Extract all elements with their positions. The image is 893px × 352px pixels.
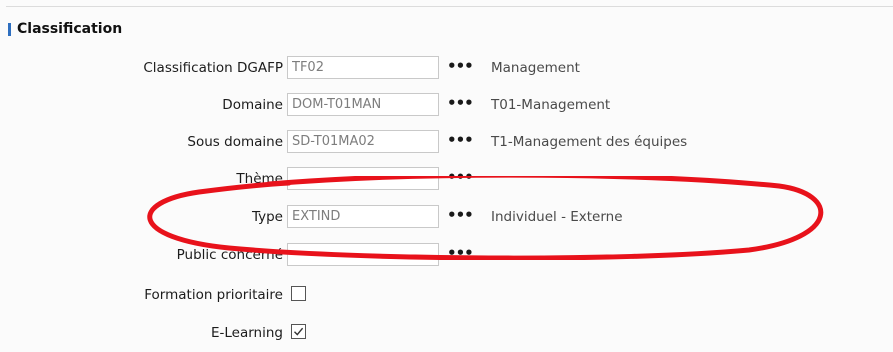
row-theme: Thème •••	[0, 165, 893, 195]
public-concerne-label: Public concerné	[176, 247, 283, 263]
theme-input[interactable]	[287, 167, 439, 190]
sous-domaine-lookup-button[interactable]: •••	[447, 131, 474, 149]
sous-domaine-description: T1-Management des équipes	[491, 134, 688, 150]
type-label: Type	[251, 209, 283, 225]
top-divider	[6, 6, 893, 7]
public-concerne-input[interactable]	[287, 243, 439, 266]
row-type: Type ••• Individuel - Externe	[0, 203, 893, 233]
e-learning-checkbox[interactable]	[291, 324, 306, 339]
row-public-concerne: Public concerné •••	[0, 241, 893, 271]
row-sous-domaine: Sous domaine ••• T1-Management des équip…	[0, 128, 893, 158]
check-icon	[294, 327, 304, 336]
domaine-lookup-button[interactable]: •••	[447, 94, 474, 112]
formation-prioritaire-checkbox[interactable]	[291, 286, 306, 301]
domaine-description: T01-Management	[491, 97, 611, 113]
row-domaine: Domaine ••• T01-Management	[0, 91, 893, 121]
sous-domaine-input[interactable]	[287, 130, 439, 153]
domaine-input[interactable]	[287, 93, 439, 116]
classification-dgafp-lookup-button[interactable]: •••	[447, 57, 474, 75]
classification-dgafp-input[interactable]	[287, 56, 439, 79]
row-classification-dgafp: Classification DGAFP ••• Management	[0, 54, 893, 84]
formation-prioritaire-label: Formation prioritaire	[144, 287, 283, 303]
classification-dgafp-description: Management	[491, 60, 580, 76]
domaine-label: Domaine	[222, 97, 283, 113]
section-title: Classification	[17, 21, 123, 37]
row-formation-prioritaire: Formation prioritaire	[0, 281, 893, 311]
theme-label: Thème	[236, 171, 283, 187]
row-e-learning: E-Learning	[0, 319, 893, 349]
theme-lookup-button[interactable]: •••	[447, 168, 474, 186]
public-concerne-lookup-button[interactable]: •••	[447, 244, 474, 262]
type-input[interactable]	[287, 205, 439, 228]
e-learning-label: E-Learning	[210, 325, 283, 341]
classification-panel: Classification Classification DGAFP ••• …	[0, 0, 893, 352]
classification-dgafp-label: Classification DGAFP	[143, 60, 283, 76]
section-marker	[8, 22, 11, 36]
sous-domaine-label: Sous domaine	[187, 134, 283, 150]
type-description: Individuel - Externe	[491, 209, 623, 225]
type-lookup-button[interactable]: •••	[447, 206, 474, 224]
section-header: Classification	[8, 17, 122, 41]
